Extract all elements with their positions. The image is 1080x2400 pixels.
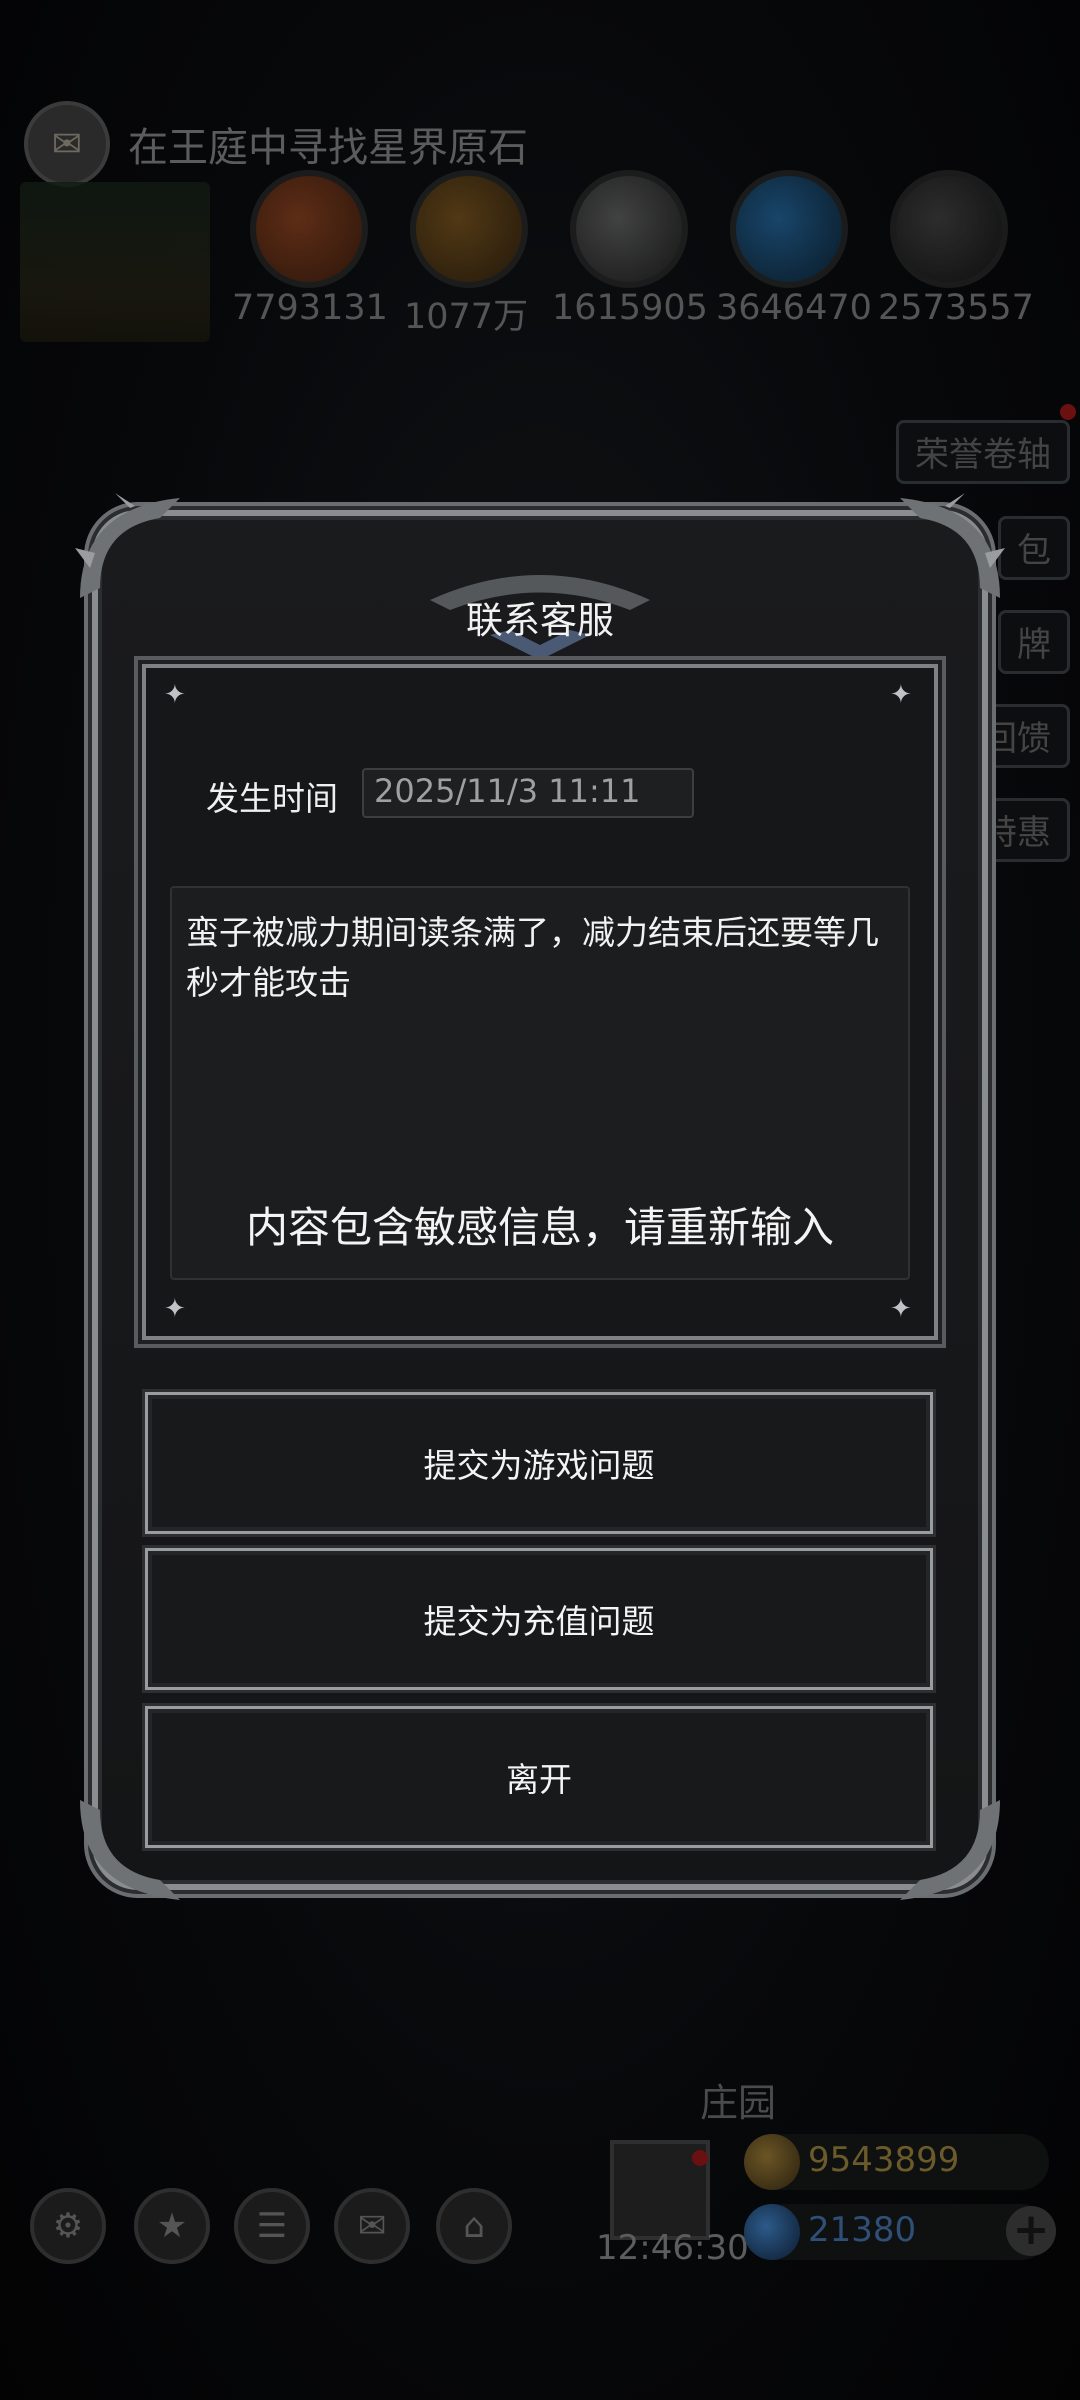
submit-recharge-issue-button[interactable]: 提交为充值问题 <box>145 1548 933 1690</box>
gold-coin-icon <box>744 2134 800 2190</box>
time-field[interactable]: 2025/11/3 11:11 <box>362 768 694 818</box>
notification-dot <box>692 2150 708 2166</box>
estate-label: 庄园 <box>700 2081 777 2125</box>
gem-currency: 21380 <box>744 2204 1049 2260</box>
sparkle-icon: ✦ <box>164 1294 186 1324</box>
gold-value: 9543899 <box>808 2140 960 2180</box>
resource-stone-value: 2573557 <box>878 288 1034 328</box>
settings-gear-icon[interactable]: ⚙ <box>30 2188 106 2264</box>
resource-iron-value: 1615905 <box>552 288 708 328</box>
estate-thumbnail[interactable] <box>20 182 210 342</box>
ranking-icon[interactable]: ☰ <box>234 2188 310 2264</box>
honor-scroll-button[interactable]: 荣誉卷轴 <box>896 420 1070 484</box>
sparkle-icon: ✦ <box>890 1294 912 1324</box>
mail-icon[interactable]: ✉ <box>334 2188 410 2264</box>
crystal-icon <box>730 170 848 288</box>
star-badge-icon[interactable]: ★ <box>134 2188 210 2264</box>
gem-icon <box>744 2204 800 2260</box>
resource-strip: 7793131 1077万 1615905 3646470 2573557 <box>0 170 1080 350</box>
dialog-title: 联系客服 <box>466 599 614 642</box>
notification-dot <box>1060 404 1076 420</box>
bag-button[interactable]: 包 <box>998 516 1070 580</box>
add-gem-button[interactable]: + <box>1006 2206 1056 2256</box>
quest-text: 在王庭中寻找星界原石 <box>128 125 528 171</box>
iron-bar-icon <box>570 170 688 288</box>
shop-bag-icon[interactable]: ⌂ <box>436 2188 512 2264</box>
time-label: 发生时间 <box>206 779 338 818</box>
sensitive-info-warning: 内容包含敏感信息，请重新输入 <box>245 1203 834 1252</box>
wood-log-icon <box>410 170 528 288</box>
stone-icon <box>890 170 1008 288</box>
submit-game-issue-button[interactable]: 提交为游戏问题 <box>145 1392 933 1534</box>
clock: 12:46:30 <box>596 2228 749 2268</box>
gold-currency: 9543899 <box>744 2134 1049 2190</box>
copper-ore-icon <box>250 170 368 288</box>
leave-button[interactable]: 离开 <box>145 1706 933 1848</box>
sparkle-icon: ✦ <box>890 680 912 710</box>
resource-wood-value: 1077万 <box>404 297 529 337</box>
resource-copper-value: 7793131 <box>232 288 388 328</box>
gem-value: 21380 <box>808 2210 917 2250</box>
resource-crystal-value: 3646470 <box>716 288 872 328</box>
sparkle-icon: ✦ <box>164 680 186 710</box>
